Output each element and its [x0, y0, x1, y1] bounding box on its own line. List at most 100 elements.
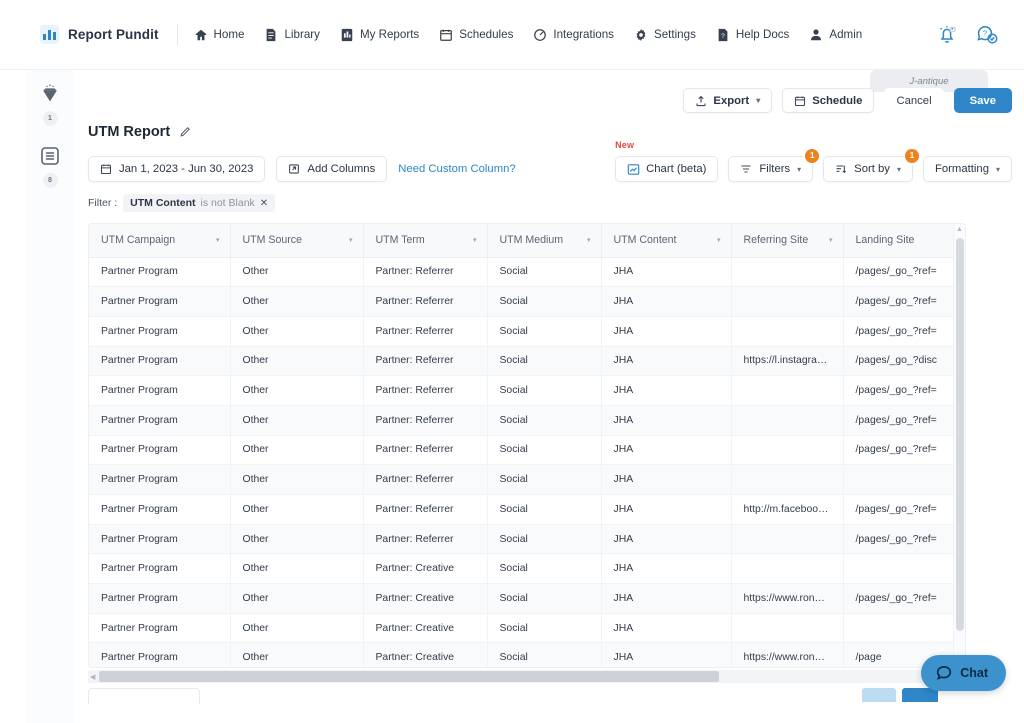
nav-label: Home — [213, 28, 245, 41]
table-row[interactable]: Partner Program Other Partner: Creative Soc… — [89, 553, 965, 585]
table-row[interactable]: Partner Program Other Partner: Referrer Soc… — [89, 316, 965, 347]
table-row[interactable]: Partner Program Other Partner: Creative Soc… — [89, 583, 965, 614]
table-column-header-label: UTM Source — [242, 234, 302, 247]
table-cell: Other — [230, 435, 364, 466]
table-row[interactable]: Partner Program Other Partner: Creative Soc… — [89, 613, 965, 644]
nav-item-help-docs[interactable]: ? Help Docs — [716, 28, 789, 42]
brand[interactable]: Report Pundit — [40, 25, 159, 44]
table-row[interactable]: Partner Program Other Partner: Creative Soc… — [89, 642, 965, 667]
formatting-button[interactable]: Formatting ▾ — [922, 156, 1012, 182]
page-title: UTM Report — [88, 124, 191, 140]
table-column-header[interactable]: UTM Medium ▾ — [487, 224, 602, 258]
table-row[interactable]: Partner Program Other Partner: Referrer Soc… — [89, 257, 965, 288]
column-sort-caret-icon[interactable]: ▾ — [216, 236, 220, 244]
pagination-bar — [88, 688, 966, 704]
scroll-left-arrow-icon[interactable]: ◀ — [90, 673, 95, 681]
table-row[interactable]: Partner Program Other Partner: Referrer Soc… — [89, 494, 965, 525]
horizontal-scroll-thumb[interactable] — [99, 671, 719, 682]
table-body: Partner Program Other Partner: Referrer Soc… — [89, 257, 965, 667]
table-row[interactable]: Partner Program Other Partner: Referrer Soc… — [89, 524, 965, 555]
table-cell: JHA — [601, 316, 732, 347]
date-range-picker[interactable]: Jan 1, 2023 - Jun 30, 2023 — [88, 156, 266, 182]
rail-item-diamond[interactable]: 1 — [38, 82, 62, 126]
table-row[interactable]: Partner Program Other Partner: Referrer Soc… — [89, 435, 965, 466]
table-cell: JHA — [601, 435, 732, 466]
table-row[interactable]: Partner Program Other Partner: Referrer Soc… — [89, 286, 965, 317]
left-rail: 1 8 — [26, 70, 74, 723]
table-vertical-scrollbar[interactable]: ▲ — [953, 224, 965, 667]
table-column-header[interactable]: UTM Campaign ▾ — [89, 224, 231, 258]
table-cell — [731, 553, 844, 585]
nav-item-home[interactable]: Home — [194, 28, 245, 42]
table-row[interactable]: Partner Program Other Partner: Referrer Soc… — [89, 375, 965, 406]
chart-beta-button[interactable]: Chart (beta) — [615, 156, 719, 182]
table-cell: Partner Program — [89, 494, 231, 525]
export-button[interactable]: Export ▾ — [683, 88, 773, 113]
column-sort-caret-icon[interactable]: ▾ — [349, 236, 353, 244]
nav-item-my-reports[interactable]: My Reports — [340, 28, 419, 42]
scroll-up-arrow-icon[interactable]: ▲ — [956, 226, 963, 233]
table-row[interactable]: Partner Program Other Partner: Referrer Soc… — [89, 405, 965, 436]
need-custom-column-link[interactable]: Need Custom Column? — [398, 163, 515, 175]
table-cell: JHA — [601, 464, 732, 495]
chart-icon — [627, 163, 640, 175]
add-columns-button[interactable]: Add Columns — [276, 156, 388, 182]
sort-by-button[interactable]: Sort by ▾ — [823, 156, 913, 182]
table-cell: /pages/_go_?ref= — [843, 494, 965, 525]
add-columns-icon — [288, 163, 300, 175]
nav-item-integrations[interactable]: Integrations — [533, 28, 614, 42]
filters-button[interactable]: Filters ▾ — [728, 156, 814, 182]
column-sort-caret-icon[interactable]: ▾ — [717, 236, 721, 244]
table-column-header[interactable]: UTM Term ▾ — [363, 224, 488, 258]
report-table-container: UTM Campaign ▾ UTM Source ▾ UTM Term ▾ UTM Med… — [88, 223, 966, 668]
column-sort-caret-icon[interactable]: ▾ — [829, 236, 833, 244]
table-row[interactable]: Partner Program Other Partner: Referrer Soc… — [89, 346, 965, 377]
table-cell: /pages/_go_?ref= — [843, 286, 965, 317]
nav-label: Admin — [829, 28, 863, 41]
nav-item-settings[interactable]: Settings — [634, 28, 696, 42]
table-row[interactable]: Partner Program Other Partner: Referrer Soc… — [89, 464, 965, 495]
table-cell: Partner Program — [89, 405, 231, 436]
nav-label: Schedules — [459, 28, 514, 41]
support-chat-icon[interactable]: ? — [974, 22, 1000, 48]
svg-text:?: ? — [721, 33, 725, 40]
table-cell — [843, 464, 965, 495]
save-button[interactable]: Save — [953, 88, 1012, 113]
table-cell: JHA — [601, 494, 732, 525]
table-cell: /pages/_go_?ref= — [843, 524, 965, 555]
table-header: UTM Campaign ▾ UTM Source ▾ UTM Term ▾ UTM Med… — [89, 224, 965, 258]
filters-label: Filters — [759, 163, 791, 175]
top-navigation-bar: Report Pundit Home Library My Reports Sc… — [0, 0, 1024, 70]
column-sort-caret-icon[interactable]: ▾ — [587, 236, 591, 244]
table-column-header[interactable]: UTM Content ▾ — [601, 224, 732, 258]
rows-per-page-selector[interactable] — [88, 688, 200, 704]
table-cell: Partner: Creative — [363, 553, 488, 585]
edit-pencil-icon[interactable] — [179, 126, 191, 138]
remove-filter-icon[interactable]: ✕ — [260, 198, 268, 209]
table-cell: https://www.rona.ca/en — [731, 583, 844, 614]
table-column-header[interactable]: Landing Site — [843, 224, 965, 258]
table-column-header[interactable]: Referring Site ▾ — [731, 224, 844, 258]
filter-icon — [740, 163, 752, 175]
table-cell: Other — [230, 286, 364, 317]
table-cell — [731, 613, 844, 644]
column-sort-caret-icon[interactable]: ▾ — [473, 236, 477, 244]
schedule-button[interactable]: Schedule — [782, 88, 875, 113]
nav-item-schedules[interactable]: Schedules — [439, 28, 513, 42]
pagination-previous-page[interactable] — [862, 688, 896, 702]
table-cell: /pages/_go_?ref= — [843, 435, 965, 466]
nav-item-library[interactable]: Library — [264, 28, 320, 42]
filter-pill[interactable]: UTM Content is not Blank ✕ — [123, 194, 276, 212]
table-column-header[interactable]: UTM Source ▾ — [230, 224, 364, 258]
new-badge: New — [615, 140, 635, 150]
chat-widget-button[interactable]: Chat — [921, 655, 1006, 691]
notification-bell-icon[interactable] — [934, 22, 960, 48]
vertical-scroll-thumb[interactable] — [956, 238, 964, 631]
chat-label: Chat — [960, 666, 988, 680]
cancel-button[interactable]: Cancel — [884, 88, 944, 113]
calendar-icon — [794, 95, 806, 107]
rail-item-list[interactable]: 8 — [38, 144, 62, 188]
nav-item-admin[interactable]: Admin — [809, 28, 862, 42]
chevron-down-icon: ▾ — [995, 164, 1000, 174]
table-horizontal-scrollbar[interactable]: ◀ — [88, 670, 966, 683]
